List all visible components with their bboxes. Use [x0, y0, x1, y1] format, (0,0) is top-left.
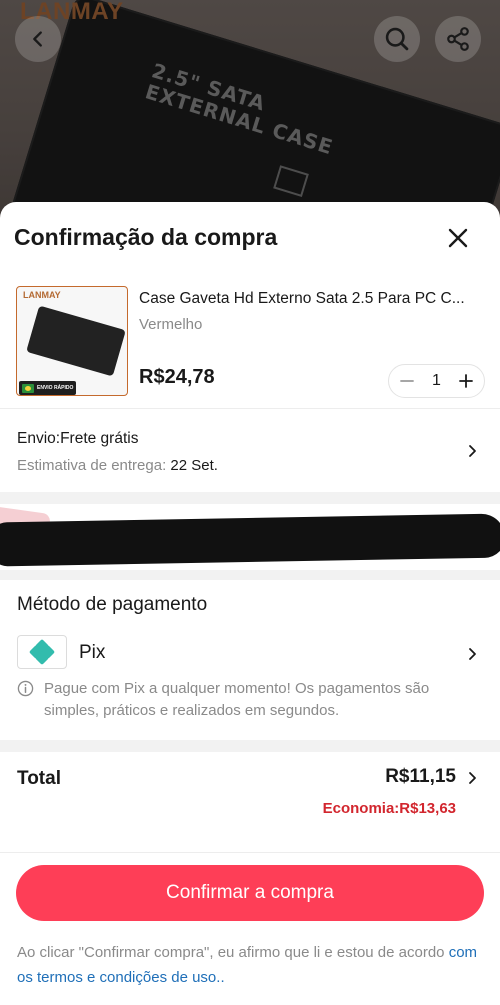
savings-amount: Economia:R$13,63 — [322, 800, 456, 817]
quantity-stepper: 1 — [388, 364, 485, 398]
sheet-header: Confirmação da compra — [0, 202, 500, 272]
pix-icon — [29, 639, 55, 665]
chevron-right-icon — [466, 444, 478, 458]
payment-title: Método de pagamento — [17, 594, 208, 615]
divider — [0, 852, 500, 853]
delivery-estimate-label: Estimativa de entrega: — [17, 457, 171, 474]
section-separator — [0, 492, 500, 504]
close-icon — [448, 228, 468, 248]
total-value: R$11,15 — [385, 766, 456, 787]
close-button[interactable] — [440, 220, 476, 256]
product-price: R$24,78 — [139, 366, 215, 388]
plus-icon — [459, 374, 473, 388]
increase-quantity-button[interactable] — [456, 371, 476, 391]
decrease-quantity-button[interactable] — [397, 371, 417, 391]
quantity-value: 1 — [432, 372, 441, 389]
product-name[interactable]: Case Gaveta Hd Externo Sata 2.5 Para PC … — [139, 290, 484, 308]
redacted-address — [0, 504, 500, 570]
back-button[interactable] — [15, 16, 61, 62]
terms-text: Ao clicar "Confirmar compra", eu afirmo … — [17, 944, 449, 961]
terms-notice: Ao clicar "Confirmar compra", eu afirmo … — [17, 940, 487, 990]
divider — [0, 408, 500, 409]
share-button[interactable] — [435, 16, 481, 62]
pix-logo — [17, 635, 67, 669]
overlay-dim — [0, 0, 500, 230]
section-separator — [0, 570, 500, 580]
delivery-date: 22 Set. — [170, 457, 218, 474]
shipping-title: Envio:Frete grátis — [17, 430, 139, 447]
shipping-row[interactable]: Envio:Frete grátis Estimativa de entrega… — [0, 412, 500, 492]
product-thumbnail[interactable]: LANMAY ENVIO RÁPIDO — [16, 286, 128, 396]
brazil-flag-icon — [22, 383, 34, 393]
payment-info-text: Pague com Pix a qualquer momento! Os pag… — [44, 680, 430, 719]
payment-method-pix[interactable]: Pix — [79, 642, 105, 664]
payment-section: Método de pagamento Pix Pague com Pix a … — [0, 580, 500, 740]
search-icon — [385, 27, 409, 51]
search-button[interactable] — [374, 16, 420, 62]
confirm-purchase-button[interactable]: Confirmar a compra — [16, 865, 484, 921]
back-arrow-icon — [33, 31, 42, 47]
thumb-brand-logo: LANMAY — [23, 290, 61, 300]
fast-shipping-badge: ENVIO RÁPIDO — [19, 381, 77, 395]
section-separator — [0, 740, 500, 752]
info-icon — [17, 680, 34, 697]
purchase-confirmation-sheet: Confirmação da compra LANMAY ENVIO RÁPID… — [0, 202, 500, 1005]
product-variant: Vermelho — [139, 316, 203, 333]
share-icon — [447, 27, 469, 51]
product-hero-image: 2.5" SATA EXTERNAL CASE LANMAY — [0, 0, 500, 230]
minus-icon — [400, 380, 414, 382]
total-label: Total — [17, 768, 61, 789]
total-section[interactable]: Total R$11,15 Economia:R$13,63 — [0, 754, 500, 852]
sheet-title: Confirmação da compra — [14, 224, 278, 250]
chevron-right-icon[interactable] — [466, 771, 478, 785]
chevron-right-icon[interactable] — [466, 647, 478, 661]
badge-text: ENVIO RÁPIDO — [37, 384, 74, 391]
thumb-case-image — [26, 305, 126, 377]
product-row: LANMAY ENVIO RÁPIDO Case Gaveta Hd Exter… — [0, 282, 500, 408]
redaction-mark — [0, 513, 500, 567]
delivery-estimate: Estimativa de entrega: 22 Set. — [17, 457, 218, 474]
